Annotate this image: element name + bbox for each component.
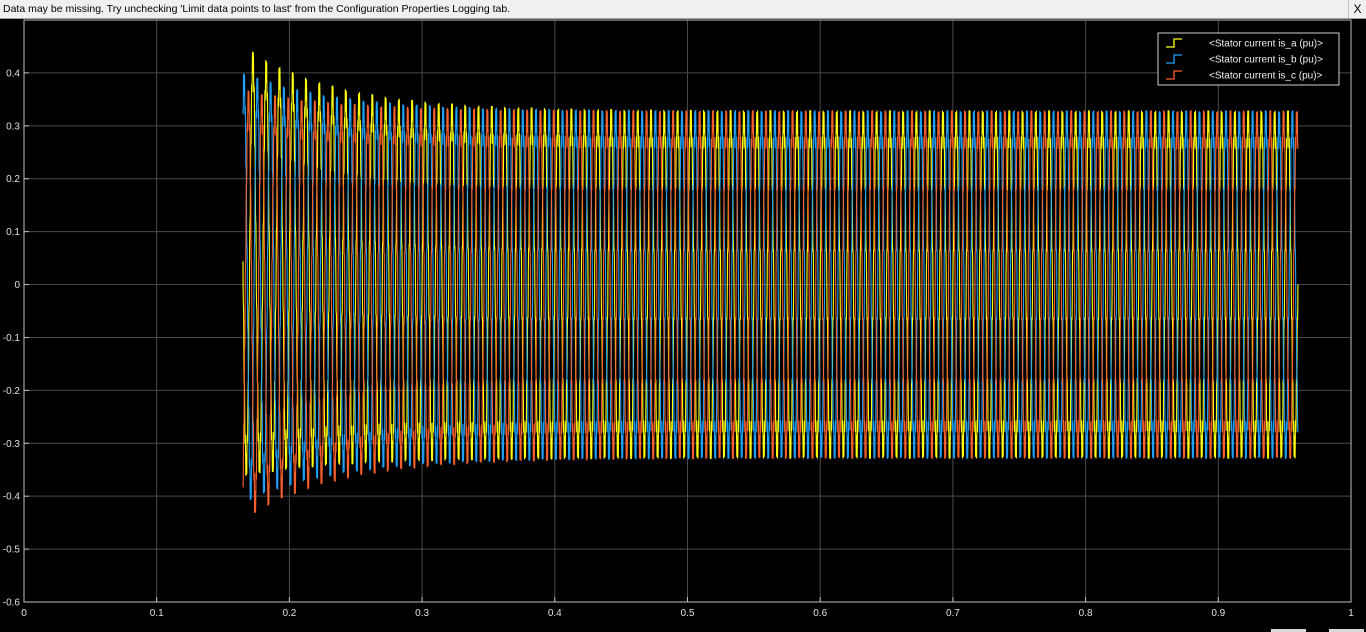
y-tick-label: -0.2 — [3, 386, 21, 397]
legend[interactable]: <Stator current is_a (pu)> <Stator curren… — [1157, 32, 1340, 86]
x-tick-labels: 0 0.1 0.2 0.3 0.4 0.5 0.6 0.7 0.8 0.9 1 — [21, 608, 1354, 619]
series-line-2 — [242, 73, 1299, 501]
y-tick-label: -0.4 — [3, 492, 21, 503]
series-line-1 — [242, 51, 1299, 477]
x-tick-label: 1 — [1348, 608, 1354, 619]
legend-label: <Stator current is_a (pu)> — [1209, 39, 1323, 50]
legend-label: <Stator current is_c (pu)> — [1209, 71, 1323, 82]
y-tick-label: 0.2 — [6, 174, 20, 185]
close-banner-button[interactable]: X — [1348, 0, 1366, 18]
scope-plot-area[interactable]: 0 0.1 0.2 0.3 0.4 0.5 0.6 0.7 0.8 0.9 1 -0.6 -0.5 -0… — [0, 19, 1366, 632]
x-tick-label: 0.9 — [1211, 608, 1225, 619]
y-tick-label: -0.1 — [3, 333, 21, 344]
warning-banner: Data may be missing. Try unchecking 'Lim… — [0, 0, 1366, 19]
y-tick-label: 0 — [14, 280, 20, 291]
x-tick-label: 0.4 — [548, 608, 562, 619]
x-tick-label: 0.5 — [681, 608, 695, 619]
y-tick-label: -0.5 — [3, 545, 21, 556]
x-tick-label: 0.1 — [150, 608, 164, 619]
y-tick-label: 0.4 — [6, 68, 20, 79]
warning-message: Data may be missing. Try unchecking 'Lim… — [3, 3, 511, 15]
x-tick-label: 0.6 — [813, 608, 827, 619]
y-tick-labels: -0.6 -0.5 -0.4 -0.3 -0.2 -0.1 0 0.1 0.2 0.3 0.4 — [3, 68, 21, 608]
y-tick-label: -0.3 — [3, 439, 21, 450]
y-tick-label: 0.1 — [6, 227, 20, 238]
y-tick-label: 0.3 — [6, 121, 20, 132]
scope-chart[interactable]: 0 0.1 0.2 0.3 0.4 0.5 0.6 0.7 0.8 0.9 1 -0.6-0.5-0… — [0, 19, 1366, 632]
x-tick-label: 0.8 — [1079, 608, 1093, 619]
x-tick-label: 0 — [21, 608, 27, 619]
x-tick-label: 0.3 — [415, 608, 429, 619]
legend-label: <Stator current is_b (pu)> — [1209, 55, 1323, 66]
x-tick-label: 0.7 — [946, 608, 960, 619]
x-tick-label: 0.2 — [282, 608, 296, 619]
y-tick-label: -0.6 — [3, 598, 21, 609]
